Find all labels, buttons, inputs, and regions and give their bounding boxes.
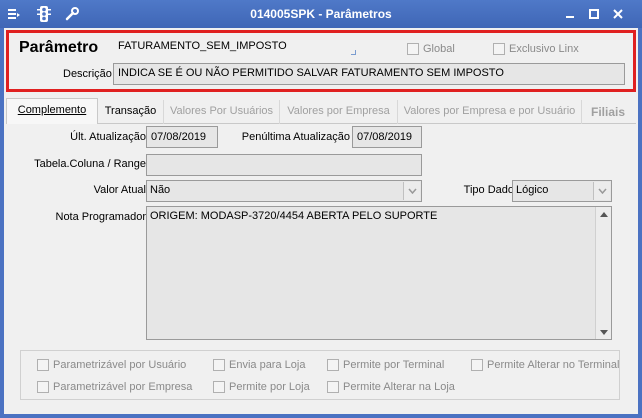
descricao-label: Descrição: [63, 68, 112, 80]
chevron-down-icon[interactable]: [593, 182, 610, 200]
parametrizavel-empresa-label: Parametrizável por Empresa: [53, 381, 193, 393]
maximize-icon[interactable]: [586, 6, 602, 21]
permite-alterar-terminal-checkbox[interactable]: Permite Alterar no Terminal: [471, 359, 619, 371]
exclusivo-linx-checkbox-box[interactable]: [493, 43, 505, 55]
complemento-panel: Últ. Atualização 07/08/2019 Penúltima At…: [6, 124, 636, 412]
penultima-atualizacao-label: Penúltima Atualização: [241, 131, 350, 143]
title-bar[interactable]: 014005SPK - Parâmetros: [0, 0, 642, 28]
window-client: Parâmetro FATURAMENTO_SEM_IMPOSTO Global…: [4, 28, 638, 414]
permite-alterar-terminal-label: Permite Alterar no Terminal: [487, 359, 620, 371]
scroll-up-icon[interactable]: [596, 207, 611, 221]
parametrizavel-empresa-checkbox[interactable]: Parametrizável por Empresa: [37, 381, 192, 393]
tipo-dado-value: Lógico: [516, 184, 549, 196]
tab-valores-por-empresa[interactable]: Valores por Empresa: [280, 100, 398, 124]
parametrizavel-usuario-box[interactable]: [37, 359, 49, 371]
tab-filiais[interactable]: Filiais: [582, 100, 634, 124]
close-icon[interactable]: [610, 6, 626, 21]
exclusivo-linx-checkbox[interactable]: Exclusivo Linx: [493, 43, 579, 55]
tabela-coluna-field[interactable]: [146, 154, 422, 176]
valor-atual-select[interactable]: Não: [146, 180, 422, 202]
tipo-dado-select[interactable]: Lógico: [512, 180, 612, 202]
valor-atual-label: Valor Atual: [93, 184, 146, 196]
permite-alterar-loja-checkbox[interactable]: Permite Alterar na Loja: [327, 381, 455, 393]
minimize-icon[interactable]: [562, 6, 578, 21]
parametrizavel-empresa-box[interactable]: [37, 381, 49, 393]
parametro-label: Parâmetro: [19, 39, 99, 56]
nota-programador-label: Nota Programador: [55, 211, 147, 223]
parametrizavel-usuario-label: Parametrizável por Usuário: [53, 359, 187, 371]
tab-transacao[interactable]: Transação: [98, 100, 164, 124]
envia-loja-box[interactable]: [213, 359, 225, 371]
permite-alterar-loja-label: Permite Alterar na Loja: [343, 381, 455, 393]
penultima-atualizacao-field[interactable]: 07/08/2019: [352, 126, 422, 148]
permite-terminal-checkbox[interactable]: Permite por Terminal: [327, 359, 444, 371]
parametros-window: 014005SPK - Parâmetros Parâmetro FATURAM…: [0, 0, 642, 418]
permite-terminal-box[interactable]: [327, 359, 339, 371]
memo-scrollbar[interactable]: [595, 207, 611, 339]
permite-terminal-label: Permite por Terminal: [343, 359, 445, 371]
tab-valores-por-usuarios[interactable]: Valores Por Usuários: [164, 100, 280, 124]
envia-loja-label: Envia para Loja: [229, 359, 306, 371]
envia-loja-checkbox[interactable]: Envia para Loja: [213, 359, 305, 371]
nota-programador-memo[interactable]: ORIGEM: MODASP-3720/4454 ABERTA PELO SUP…: [146, 206, 612, 340]
exclusivo-linx-label: Exclusivo Linx: [509, 43, 579, 55]
tab-valores-por-empresa-e-usuario[interactable]: Valores por Empresa e por Usuário: [398, 100, 582, 124]
scroll-down-icon[interactable]: [596, 325, 611, 339]
descricao-field[interactable]: INDICA SE É OU NÃO PERMITIDO SALVAR FATU…: [113, 63, 625, 85]
permite-alterar-loja-box[interactable]: [327, 381, 339, 393]
parametrizavel-usuario-checkbox[interactable]: Parametrizável por Usuário: [37, 359, 186, 371]
resize-grip-icon: [351, 50, 356, 55]
tab-bar: Complemento Transação Valores Por Usuári…: [6, 98, 636, 125]
chevron-down-icon[interactable]: [403, 182, 420, 200]
parametro-field[interactable]: FATURAMENTO_SEM_IMPOSTO: [113, 37, 359, 56]
global-label: Global: [423, 43, 455, 55]
parameter-header: Parâmetro FATURAMENTO_SEM_IMPOSTO Global…: [6, 30, 636, 92]
tab-complemento[interactable]: Complemento: [6, 98, 98, 125]
valor-atual-value: Não: [150, 184, 171, 196]
ult-atualizacao-field[interactable]: 07/08/2019: [146, 126, 218, 148]
permite-loja-checkbox[interactable]: Permite por Loja: [213, 381, 310, 393]
tipo-dado-label: Tipo Dado: [463, 184, 514, 196]
options-group: Parametrizável por Usuário Envia para Lo…: [20, 350, 620, 400]
window-title: 014005SPK - Parâmetros: [250, 7, 392, 21]
permite-alterar-terminal-box[interactable]: [471, 359, 483, 371]
permite-loja-box[interactable]: [213, 381, 225, 393]
tabela-coluna-label: Tabela.Coluna / Range: [34, 158, 146, 170]
ult-atualizacao-label: Últ. Atualização: [70, 131, 146, 143]
global-checkbox-box[interactable]: [407, 43, 419, 55]
nota-programador-text: ORIGEM: MODASP-3720/4454 ABERTA PELO SUP…: [150, 210, 438, 222]
global-checkbox[interactable]: Global: [407, 43, 455, 55]
permite-loja-label: Permite por Loja: [229, 381, 310, 393]
